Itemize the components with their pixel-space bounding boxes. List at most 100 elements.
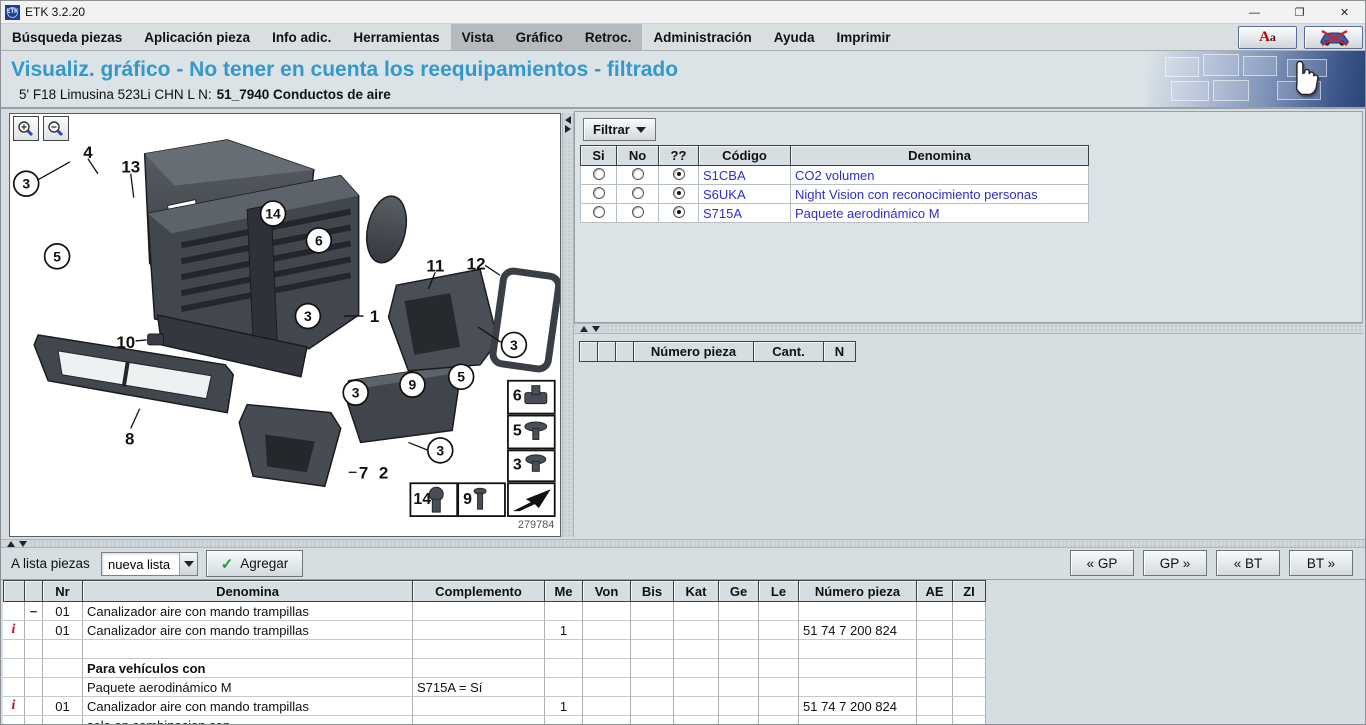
cell-le <box>759 697 799 716</box>
radio-unknown-S1CBA[interactable] <box>673 168 685 180</box>
cell-ae <box>917 621 953 640</box>
menu-imprimir[interactable]: Imprimir <box>825 24 901 50</box>
list-label: A lista piezas <box>11 556 90 571</box>
radio-si-S715A[interactable] <box>593 206 605 218</box>
nav-button-gp[interactable]: GP » <box>1143 550 1207 576</box>
table-row[interactable] <box>3 640 986 659</box>
maximize-button[interactable]: ❐ <box>1277 1 1322 24</box>
parts-list-panel: NrDenominaComplementoMeVonBisKatGeLeNúme… <box>1 579 1366 724</box>
table-row[interactable]: i01Canalizador aire con mando trampillas… <box>3 621 986 640</box>
cell-complemento <box>413 659 545 678</box>
cell-kat <box>674 602 719 621</box>
menu-vista[interactable]: Vista <box>451 24 505 50</box>
table-row[interactable]: Paquete aerodinámico MS715A = Sí <box>3 678 986 697</box>
radio-unknown-S6UKA[interactable] <box>673 187 685 199</box>
hand-cursor-icon <box>1285 53 1319 97</box>
col-blank <box>25 580 43 602</box>
cell-zi <box>953 621 986 640</box>
splitter-collapse-arrows[interactable] <box>576 324 604 333</box>
zoom-in-button[interactable] <box>13 116 39 141</box>
font-size-button[interactable]: Aa <box>1238 26 1297 49</box>
svg-text:5: 5 <box>457 369 465 385</box>
close-button[interactable]: ✕ <box>1322 1 1366 24</box>
radio-si-S1CBA[interactable] <box>593 168 605 180</box>
filter-row-S1CBA[interactable]: S1CBACO2 volumen <box>581 166 1089 185</box>
zoom-out-button[interactable] <box>43 116 69 141</box>
splitter-collapse-arrows[interactable] <box>563 115 573 139</box>
main-horizontal-splitter[interactable] <box>1 539 1366 548</box>
list-dropdown[interactable]: nueva lista <box>101 552 198 576</box>
cell-kat <box>674 640 719 659</box>
svg-text:10: 10 <box>116 333 135 352</box>
diagram-panel: 6 5 3 14 9 <box>9 113 561 537</box>
part-13-shape <box>361 192 412 266</box>
minimize-button[interactable]: — <box>1232 1 1277 24</box>
filter-row-S6UKA[interactable]: S6UKANight Vision con reconocimiento per… <box>581 185 1089 204</box>
vertical-splitter[interactable] <box>562 113 574 537</box>
collapse-icon[interactable]: − <box>30 604 38 619</box>
menu-b-squeda-piezas[interactable]: Búsqueda piezas <box>1 24 133 50</box>
cell-bis <box>631 716 674 724</box>
col-blank3 <box>616 342 634 362</box>
table-row[interactable]: i01Canalizador aire con mando trampillas… <box>3 697 986 716</box>
menu-administraci-n[interactable]: Administración <box>642 24 762 50</box>
cell-blank <box>3 678 25 697</box>
cell-blank <box>3 640 25 659</box>
col-zi: ZI <box>953 580 986 602</box>
col-complemento: Complemento <box>413 580 545 602</box>
filter-button[interactable]: Filtrar <box>583 118 656 141</box>
callout-13: 13 <box>121 158 140 177</box>
right-horizontal-splitter[interactable] <box>574 323 1363 334</box>
callout-2: 2 <box>379 463 388 482</box>
nav-button-bt[interactable]: « BT <box>1216 550 1280 576</box>
svg-text:6: 6 <box>315 232 323 248</box>
filter-name: CO2 volumen <box>791 166 1089 185</box>
nav-button-bt[interactable]: BT » <box>1289 550 1353 576</box>
svg-text:5: 5 <box>53 248 61 264</box>
dropdown-button[interactable] <box>179 553 197 575</box>
info-icon[interactable]: i <box>12 698 16 714</box>
filter-code: S1CBA <box>699 166 791 185</box>
cell-complemento <box>413 716 545 724</box>
svg-text:13: 13 <box>121 158 140 177</box>
svg-text:3: 3 <box>436 442 444 458</box>
parts-diagram[interactable]: 6 5 3 14 9 <box>10 114 560 536</box>
menu-aplicaci-n-pieza[interactable]: Aplicación pieza <box>133 24 261 50</box>
table-row[interactable]: Para vehículos con <box>3 659 986 678</box>
cell-le <box>759 640 799 659</box>
filter-row-S715A[interactable]: S715APaquete aerodinámico M <box>581 204 1089 223</box>
cell-me: 1 <box>545 621 583 640</box>
menu-info-adic[interactable]: Info adic. <box>261 24 342 50</box>
radio-no-S715A[interactable] <box>632 206 644 218</box>
cell-bis <box>631 659 674 678</box>
radio-no-S1CBA[interactable] <box>632 168 644 180</box>
cell-zi <box>953 640 986 659</box>
splitter-collapse-arrows[interactable] <box>3 540 31 547</box>
info-icon[interactable]: i <box>12 622 16 638</box>
table-row[interactable]: −01Canalizador aire con mando trampillas <box>3 602 986 621</box>
callout-10: 10 <box>116 333 135 352</box>
menu-retroc[interactable]: Retroc. <box>574 24 643 50</box>
menu-ayuda[interactable]: Ayuda <box>763 24 826 50</box>
cell-kat <box>674 678 719 697</box>
svg-text:4: 4 <box>83 143 93 162</box>
menu-gr-fico[interactable]: Gráfico <box>505 24 574 50</box>
menu-herramientas[interactable]: Herramientas <box>342 24 450 50</box>
radio-unknown-S715A[interactable] <box>673 206 685 218</box>
parts-collage-image <box>1147 51 1366 107</box>
vehicle-context: 5' F18 Limusina 523Li CHN L N:51_7940 Co… <box>19 87 391 102</box>
cell-bis <box>631 697 674 716</box>
cell-me: 1 <box>545 697 583 716</box>
nav-button-gp[interactable]: « GP <box>1070 550 1134 576</box>
cell-ae <box>917 697 953 716</box>
callout-4: 4 <box>83 143 93 162</box>
radio-si-S6UKA[interactable] <box>593 187 605 199</box>
table-row[interactable]: solo en combinacion con <box>3 716 986 724</box>
col-bis: Bis <box>631 580 674 602</box>
radio-no-S6UKA[interactable] <box>632 187 644 199</box>
col-codigo: Código <box>699 146 791 166</box>
page-title: Visualiz. gráfico - No tener en cuenta l… <box>11 58 678 82</box>
add-button[interactable]: ✓ Agregar <box>206 550 303 577</box>
hide-vehicle-button[interactable] <box>1304 26 1363 49</box>
parts-table: NrDenominaComplementoMeVonBisKatGeLeNúme… <box>3 580 986 724</box>
